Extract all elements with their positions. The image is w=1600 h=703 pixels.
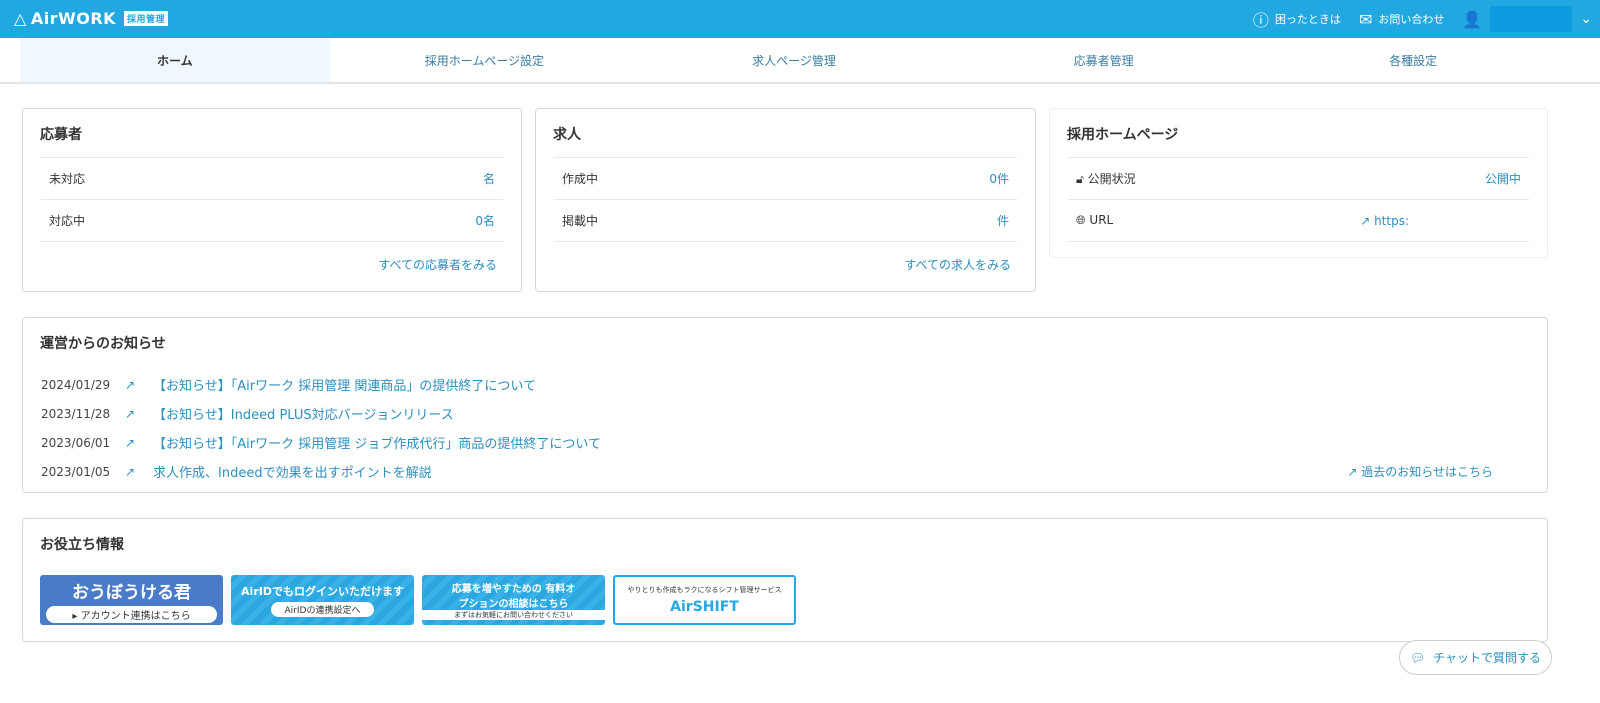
row-label: 未対応: [49, 172, 86, 186]
banner-title: 応募を増やすための 有料オプションの相談はこちら: [451, 584, 576, 610]
row-value[interactable]: 0件: [989, 170, 1009, 187]
paid-option-banner[interactable]: 応募を増やすための 有料オプションの相談はこちら まずはお気軽にお問い合わせくださ…: [422, 575, 605, 625]
banner-sub: やりとりも作成もラクになるシフト管理サービス: [627, 586, 782, 594]
row-url: 🌐︎ URL ↗ https:: [1068, 199, 1529, 241]
news-date: 2024/01/29: [41, 377, 111, 392]
banner-sub: まずはお気軽にお問い合わせください: [422, 610, 605, 620]
all-jobs-link[interactable]: すべての求人をみる: [904, 256, 1011, 273]
lock-icon: 🔓︎: [1076, 172, 1088, 186]
external-link-icon: ↗: [125, 406, 136, 421]
user-name[interactable]: [1490, 6, 1573, 32]
row-value: 公開中: [1484, 172, 1521, 186]
news-item[interactable]: 2024/01/29 ↗ 【お知らせ】「Airワーク 採用管理 関連商品」の提供終了…: [41, 370, 1521, 399]
tab-home[interactable]: ホーム: [20, 38, 330, 82]
airshift-banner[interactable]: やりとりも作成もラクになるシフト管理サービス AirSHIFT: [613, 575, 796, 625]
chat-label: チャットで質問する: [1433, 651, 1542, 665]
row-label: 作成中: [562, 172, 599, 186]
logo-text: AirWORK: [30, 9, 117, 28]
row-unhandled: 未対応 名: [41, 157, 503, 199]
row-in-progress: 対応中 0名: [41, 199, 503, 241]
useful-info-card: お役立ち情報 おうぼうける君 ▸ アカウント連携はこちら AirIDでもログインい…: [22, 518, 1548, 642]
all-applicants-link[interactable]: すべての応募者をみる: [378, 256, 497, 273]
news-date: 2023/11/28: [41, 406, 111, 421]
tab-settings[interactable]: 各種設定: [1258, 38, 1568, 82]
nav-divider: [0, 82, 1600, 84]
card-title: 運営からのお知らせ: [40, 336, 166, 352]
external-link-icon: ↗: [125, 377, 136, 392]
news-item[interactable]: 2023/01/05 ↗ 求人作成、Indeedで効果を出すポイントを解説 ↗ 過去の…: [41, 457, 1521, 486]
globe-icon: 🌐︎: [1076, 213, 1090, 227]
row-label: 掲載中: [562, 214, 599, 228]
homepage-url-link[interactable]: https:: [1374, 214, 1409, 228]
news-card: 運営からのお知らせ 2024/01/29 ↗ 【お知らせ】「Airワーク 採用管理 …: [22, 317, 1548, 493]
chat-button[interactable]: 💬︎ チャットで質問する: [1399, 640, 1552, 675]
main-nav: ホーム 採用ホームページ設定 求人ページ管理 応募者管理 各種設定: [20, 38, 1568, 82]
airid-banner[interactable]: AirIDでもログインいただけます AirIDの連携設定へ: [231, 575, 414, 625]
news-link[interactable]: 【お知らせ】「Airワーク 採用管理 ジョブ作成代行」商品の提供終了について: [153, 433, 601, 452]
news-date: 2023/01/05: [41, 464, 111, 479]
row-value[interactable]: 件: [997, 212, 1009, 229]
past-news-link[interactable]: 過去のお知らせはこちら: [1361, 465, 1493, 479]
logo[interactable]: △ AirWORK 採用管理: [14, 9, 169, 28]
help-label: 困ったときは: [1274, 13, 1341, 26]
logo-tag: 採用管理: [124, 11, 169, 26]
mail-icon: ✉: [1358, 9, 1373, 29]
news-date: 2023/06/01: [41, 435, 111, 450]
banner-sub: AirIDの連携設定へ: [270, 602, 375, 617]
news-link[interactable]: 【お知らせ】Indeed PLUS対応バージョンリリース: [153, 404, 454, 423]
card-title: 採用ホームページ: [1067, 127, 1179, 143]
row-label: 対応中: [49, 214, 86, 228]
news-link[interactable]: 求人作成、Indeedで効果を出すポイントを解説: [153, 462, 432, 481]
row-label: 公開状況: [1087, 172, 1136, 186]
news-link[interactable]: 【お知らせ】「Airワーク 採用管理 関連商品」の提供終了について: [153, 375, 536, 394]
row-value[interactable]: 0名: [475, 212, 495, 229]
oubou-banner[interactable]: おうぼうける君 ▸ アカウント連携はこちら: [40, 575, 223, 625]
card-title: お役立ち情報: [40, 537, 124, 553]
external-link-icon: ↗: [1347, 465, 1362, 479]
homepage-card: 採用ホームページ 🔓︎ 公開状況 公開中 🌐︎ URL ↗ https:: [1049, 108, 1548, 258]
external-link-icon: ↗: [1360, 213, 1375, 228]
contact-link[interactable]: ✉ お問い合わせ: [1359, 10, 1444, 29]
jobs-card: 求人 作成中 0件 掲載中 件 すべての求人をみる: [535, 108, 1036, 292]
banner-title: AirIDでもログインいただけます: [241, 585, 404, 598]
news-item[interactable]: 2023/06/01 ↗ 【お知らせ】「Airワーク 採用管理 ジョブ作成代行」商品…: [41, 428, 1521, 457]
banner-sub: ▸ アカウント連携はこちら: [46, 605, 217, 623]
row-status: 🔓︎ 公開状況 公開中: [1068, 157, 1529, 199]
news-item[interactable]: 2023/11/28 ↗ 【お知らせ】Indeed PLUS対応バージョンリリース: [41, 399, 1521, 428]
tab-applicants[interactable]: 応募者管理: [949, 38, 1259, 82]
card-title: 求人: [553, 127, 581, 143]
chat-bubble-icon: 💬︎: [1409, 650, 1426, 665]
chevron-down-icon[interactable]: ⌄: [1580, 11, 1592, 27]
tab-job-pages[interactable]: 求人ページ管理: [639, 38, 949, 82]
airwork-logo-icon: △: [14, 9, 27, 28]
help-link[interactable]: ⓘ 困ったときは: [1253, 7, 1341, 31]
header: △ AirWORK 採用管理 ⓘ 困ったときは ✉ お問い合わせ 👤 ⌄: [0, 0, 1600, 38]
card-title: 応募者: [40, 127, 82, 143]
row-published: 掲載中 件: [554, 199, 1017, 241]
row-label: URL: [1089, 213, 1114, 227]
external-link-icon: ↗: [125, 464, 136, 479]
banner-title: AirSHIFT: [670, 599, 739, 615]
row-drafting: 作成中 0件: [554, 157, 1017, 199]
contact-label: お問い合わせ: [1378, 13, 1445, 26]
applicants-card: 応募者 未対応 名 対応中 0名 すべての応募者をみる: [22, 108, 522, 292]
row-value[interactable]: 名: [483, 170, 495, 187]
tab-homepage-settings[interactable]: 採用ホームページ設定: [330, 38, 640, 82]
banner-title: おうぼうける君: [72, 582, 191, 603]
question-icon: ⓘ: [1252, 11, 1269, 30]
user-icon[interactable]: 👤: [1462, 10, 1482, 29]
external-link-icon: ↗: [125, 435, 136, 450]
